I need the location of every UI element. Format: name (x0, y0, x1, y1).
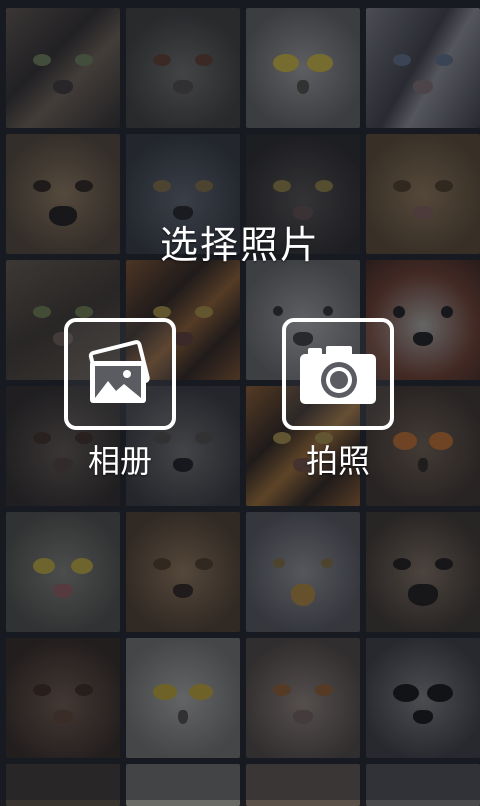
camera-button[interactable]: 拍照 (278, 318, 398, 482)
photo-album-icon (88, 340, 150, 403)
camera-label: 拍照 (305, 442, 370, 480)
album-button-frame[interactable] (64, 318, 176, 430)
camera-button-frame[interactable] (282, 318, 394, 430)
album-label: 相册 (87, 442, 152, 480)
camera-icon (300, 346, 376, 404)
page-title: 选择照片 (159, 223, 320, 267)
album-button[interactable]: 相册 (60, 318, 180, 482)
